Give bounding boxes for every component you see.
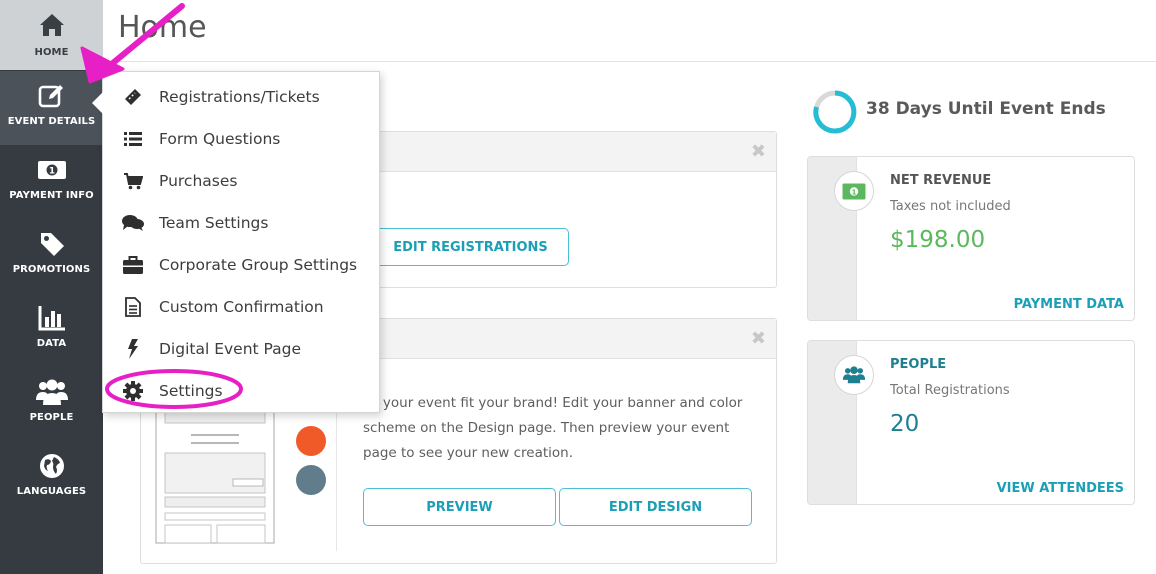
menu-item-purchases[interactable]: Purchases: [103, 160, 381, 202]
menu-item-label: Settings: [159, 382, 223, 400]
sidebar-item-event-details[interactable]: EVENT DETAILS: [0, 71, 103, 145]
sidebar-item-label: EVENT DETAILS: [7, 116, 96, 127]
sidebar-item-promotions[interactable]: PROMOTIONS: [0, 219, 103, 293]
menu-item-label: Purchases: [159, 172, 238, 190]
sidebar-item-data[interactable]: DATA: [0, 293, 103, 367]
net-revenue-card: 1 NET REVENUE Taxes not included $198.00…: [807, 156, 1135, 321]
revenue-value: $198.00: [890, 227, 986, 253]
menu-item-digital-event-page[interactable]: Digital Event Page: [103, 328, 381, 370]
color-swatch-orange: [296, 426, 326, 456]
sidebar-item-home[interactable]: HOME: [0, 0, 103, 70]
stat-subtitle: Total Registrations: [890, 383, 1010, 398]
edit-design-button[interactable]: EDIT DESIGN: [559, 488, 752, 526]
sidebar-item-payment-info[interactable]: 1 PAYMENT INFO: [0, 145, 103, 219]
people-icon: [0, 377, 103, 407]
briefcase-icon: [119, 256, 147, 274]
people-icon: [834, 355, 874, 395]
menu-item-form-questions[interactable]: Form Questions: [103, 118, 381, 160]
stat-title: PEOPLE: [890, 357, 947, 372]
cart-icon: [119, 172, 147, 190]
edit-icon: [0, 81, 103, 111]
close-icon[interactable]: ✖: [751, 328, 766, 349]
globe-icon: [0, 451, 103, 481]
stat-subtitle: Taxes not included: [890, 199, 1011, 214]
menu-item-team-settings[interactable]: Team Settings: [103, 202, 381, 244]
home-icon: [0, 10, 103, 40]
sidebar-item-label: PROMOTIONS: [12, 264, 91, 275]
document-icon: [119, 297, 147, 317]
bar-chart-icon: [0, 303, 103, 333]
sidebar-item-label: HOME: [34, 47, 69, 58]
color-swatch-slate: [296, 465, 326, 495]
ticket-icon: [119, 87, 147, 107]
menu-item-settings[interactable]: Settings: [103, 370, 381, 412]
menu-item-label: Team Settings: [159, 214, 269, 232]
countdown-ring-icon: [813, 90, 857, 134]
menu-item-label: Digital Event Page: [159, 340, 302, 358]
sidebar-item-languages[interactable]: LANGUAGES: [0, 441, 103, 515]
gear-icon: [119, 381, 147, 401]
menu-item-label: Registrations/Tickets: [159, 88, 320, 106]
sidebar-item-people[interactable]: PEOPLE: [0, 367, 103, 441]
money-icon: 1: [834, 171, 874, 211]
preview-button[interactable]: PREVIEW: [363, 488, 556, 526]
registrations-value: 20: [890, 411, 920, 437]
stat-title: NET REVENUE: [890, 173, 992, 188]
menu-item-label: Corporate Group Settings: [159, 256, 358, 274]
chat-icon: [119, 214, 147, 232]
page-title: Home: [118, 10, 207, 45]
menu-caret: [92, 92, 103, 114]
money-icon: 1: [0, 155, 103, 185]
svg-text:1: 1: [48, 167, 54, 177]
design-description: ke your event fit your brand! Edit your …: [363, 395, 743, 461]
sidebar-item-label: PAYMENT INFO: [9, 190, 94, 201]
tag-icon: [0, 229, 103, 259]
menu-item-custom-confirmation[interactable]: Custom Confirmation: [103, 286, 381, 328]
menu-item-label: Custom Confirmation: [159, 298, 324, 316]
view-attendees-link[interactable]: VIEW ATTENDEES: [997, 481, 1124, 496]
people-card: PEOPLE Total Registrations 20 VIEW ATTEN…: [807, 340, 1135, 505]
menu-item-registrations-tickets[interactable]: Registrations/Tickets: [103, 76, 381, 118]
edit-registrations-button[interactable]: EDIT REGISTRATIONS: [372, 228, 569, 266]
sidebar-item-label: DATA: [36, 338, 67, 349]
payment-data-link[interactable]: PAYMENT DATA: [1014, 297, 1124, 312]
sidebar: HOME EVENT DETAILS 1 PAYMENT INFO PROMOT…: [0, 0, 103, 574]
sidebar-item-label: LANGUAGES: [16, 486, 87, 497]
close-icon[interactable]: ✖: [751, 141, 766, 162]
lightning-icon: [119, 339, 147, 359]
svg-text:1: 1: [852, 188, 857, 196]
sidebar-item-label: PEOPLE: [29, 412, 74, 423]
menu-item-label: Form Questions: [159, 130, 281, 148]
event-details-menu: Registrations/Tickets Form Questions Pur…: [102, 71, 380, 413]
header-divider: [103, 61, 1156, 62]
list-icon: [119, 131, 147, 147]
menu-item-corporate-group-settings[interactable]: Corporate Group Settings: [103, 244, 381, 286]
countdown-text: 38 Days Until Event Ends: [866, 99, 1106, 119]
